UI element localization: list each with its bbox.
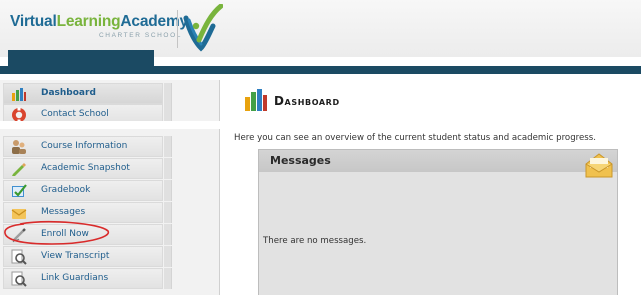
sidebar-item-label: View Transcript <box>41 251 110 261</box>
course-people-icon <box>12 140 26 154</box>
sidebar-item-view-transcript[interactable]: View Transcript <box>3 246 172 267</box>
sidebar-item-label: Gradebook <box>41 185 91 195</box>
sidebar-item-label: Link Guardians <box>41 273 109 283</box>
messages-panel: Messages There are no messages. <box>258 149 618 295</box>
sidebar-item-edge <box>164 246 172 267</box>
sidebar-item-label: Dashboard <box>41 88 96 98</box>
logo-wordmark: VirtualLearningAcademy <box>10 13 188 31</box>
sidebar-gap <box>0 121 220 129</box>
sidebar-item-edge <box>164 83 172 104</box>
sidebar-item-link-guardians[interactable]: Link Guardians <box>3 268 172 289</box>
logo-subtitle: CHARTER SCHOOL <box>98 32 182 39</box>
sidebar-item-edge <box>164 136 172 157</box>
transcript-magnifier-icon <box>11 249 27 265</box>
sidebar-item-edge <box>164 202 172 223</box>
overview-text: Here you can see an overview of the curr… <box>234 133 596 143</box>
sidebar-item-label: Messages <box>41 207 86 217</box>
snapshot-pencil-icon <box>12 163 26 176</box>
envelope-icon <box>585 153 613 178</box>
guardians-magnifier-icon <box>11 271 27 287</box>
sidebar-item-gradebook[interactable]: Gradebook <box>3 180 172 201</box>
site-logo[interactable]: VirtualLearningAcademy CHARTER SCHOOL <box>10 13 188 39</box>
sidebar: Dashboard Contact School Course Informat… <box>0 80 220 295</box>
navigation-bar <box>0 66 641 74</box>
sidebar-item-academic-snapshot[interactable]: Academic Snapshot <box>3 158 172 179</box>
sidebar-item-course-information[interactable]: Course Information <box>3 136 172 157</box>
page-title: Dashboard <box>274 94 340 108</box>
sidebar-item-dashboard[interactable]: Dashboard <box>3 83 172 104</box>
messages-title: Messages <box>270 154 331 167</box>
messages-empty-text: There are no messages. <box>263 236 367 246</box>
sidebar-item-edge <box>164 268 172 289</box>
sidebar-item-edge <box>164 180 172 201</box>
logo-divider <box>177 10 178 48</box>
nav-active-tab[interactable] <box>8 50 154 67</box>
page-title-text: Dashboard <box>274 94 340 108</box>
logo-check-mark-icon <box>183 4 223 52</box>
messages-header: Messages <box>259 150 617 172</box>
sidebar-item-label: Course Information <box>41 141 128 151</box>
sidebar-item-label: Contact School <box>41 109 109 119</box>
messages-envelope-icon <box>11 209 27 219</box>
dashboard-chart-icon <box>12 88 26 101</box>
logo-text-learning: Learning <box>56 13 121 30</box>
gradebook-check-icon <box>12 184 27 197</box>
site-header: VirtualLearningAcademy CHARTER SCHOOL <box>0 0 641 57</box>
dashboard-title-icon <box>245 89 267 111</box>
sidebar-item-label: Academic Snapshot <box>41 163 130 173</box>
annotation-circle <box>4 220 109 245</box>
sidebar-item-edge <box>164 158 172 179</box>
sidebar-item-edge <box>164 224 172 245</box>
logo-text-virtual: Virtual <box>10 13 57 30</box>
